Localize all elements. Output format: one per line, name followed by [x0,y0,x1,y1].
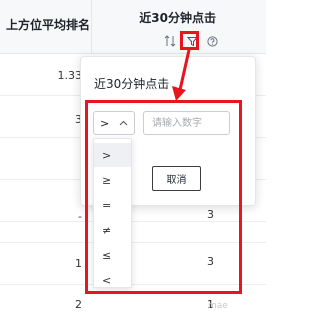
annotation-arrow [172,49,191,101]
